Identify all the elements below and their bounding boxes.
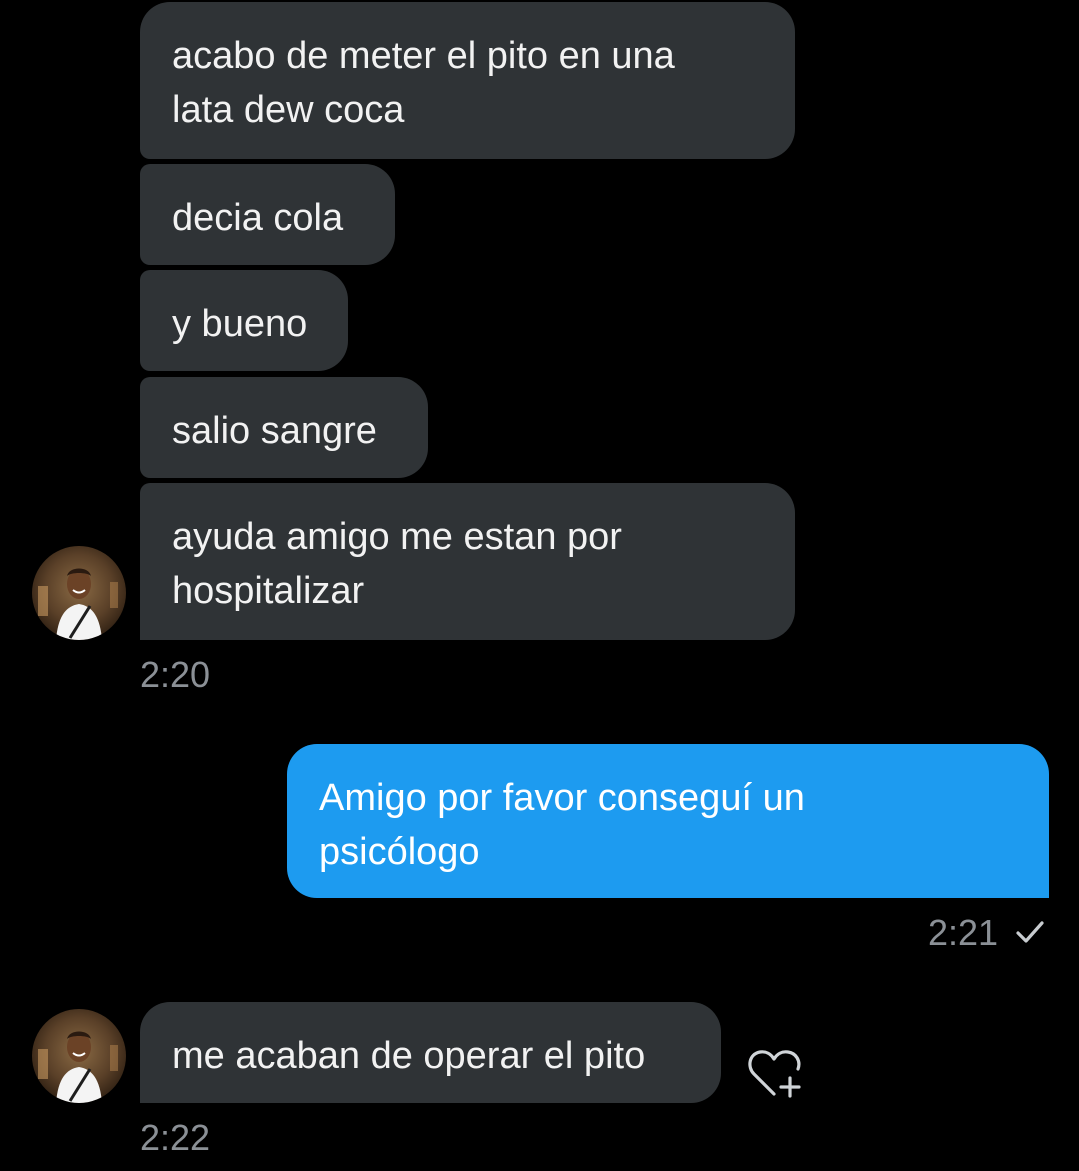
message-bubble-received[interactable]: decia cola [140, 164, 395, 265]
check-icon [1016, 921, 1044, 943]
avatar-photo [32, 1009, 126, 1103]
message-timestamp: 2:20 [140, 654, 211, 695]
message-text-line: hospitalizar [172, 570, 365, 612]
message-text-line: ayuda amigo me estan por [172, 516, 622, 558]
message-text-line: lata dew coca [172, 89, 405, 131]
message-bubble-received[interactable]: acabo de meter el pito en una lata dew c… [140, 2, 795, 159]
message-text: y bueno [172, 303, 308, 345]
message-text-line: Amigo por favor conseguí un [319, 777, 805, 819]
message-text-line: psicólogo [319, 831, 480, 873]
avatar-photo [32, 546, 126, 640]
message-bubble-sent[interactable]: Amigo por favor conseguí un psicólogo [287, 744, 1049, 898]
message-timestamp: 2:21 [928, 912, 999, 953]
message-text-line: acabo de meter el pito en una [172, 35, 675, 77]
message-timestamp: 2:22 [140, 1117, 211, 1158]
contact-avatar[interactable] [32, 546, 126, 640]
message-text: me acaban de operar el pito [172, 1035, 646, 1077]
message-text: salio sangre [172, 410, 377, 452]
contact-avatar[interactable] [32, 1009, 126, 1103]
message-bubble-received[interactable]: me acaban de operar el pito [140, 1002, 721, 1103]
message-bubble-received[interactable]: ayuda amigo me estan por hospitalizar [140, 483, 795, 640]
message-text: decia cola [172, 197, 344, 239]
message-bubble-received[interactable]: salio sangre [140, 377, 428, 478]
message-bubble-received[interactable]: y bueno [140, 270, 348, 371]
heart-plus-icon[interactable] [746, 1044, 806, 1100]
